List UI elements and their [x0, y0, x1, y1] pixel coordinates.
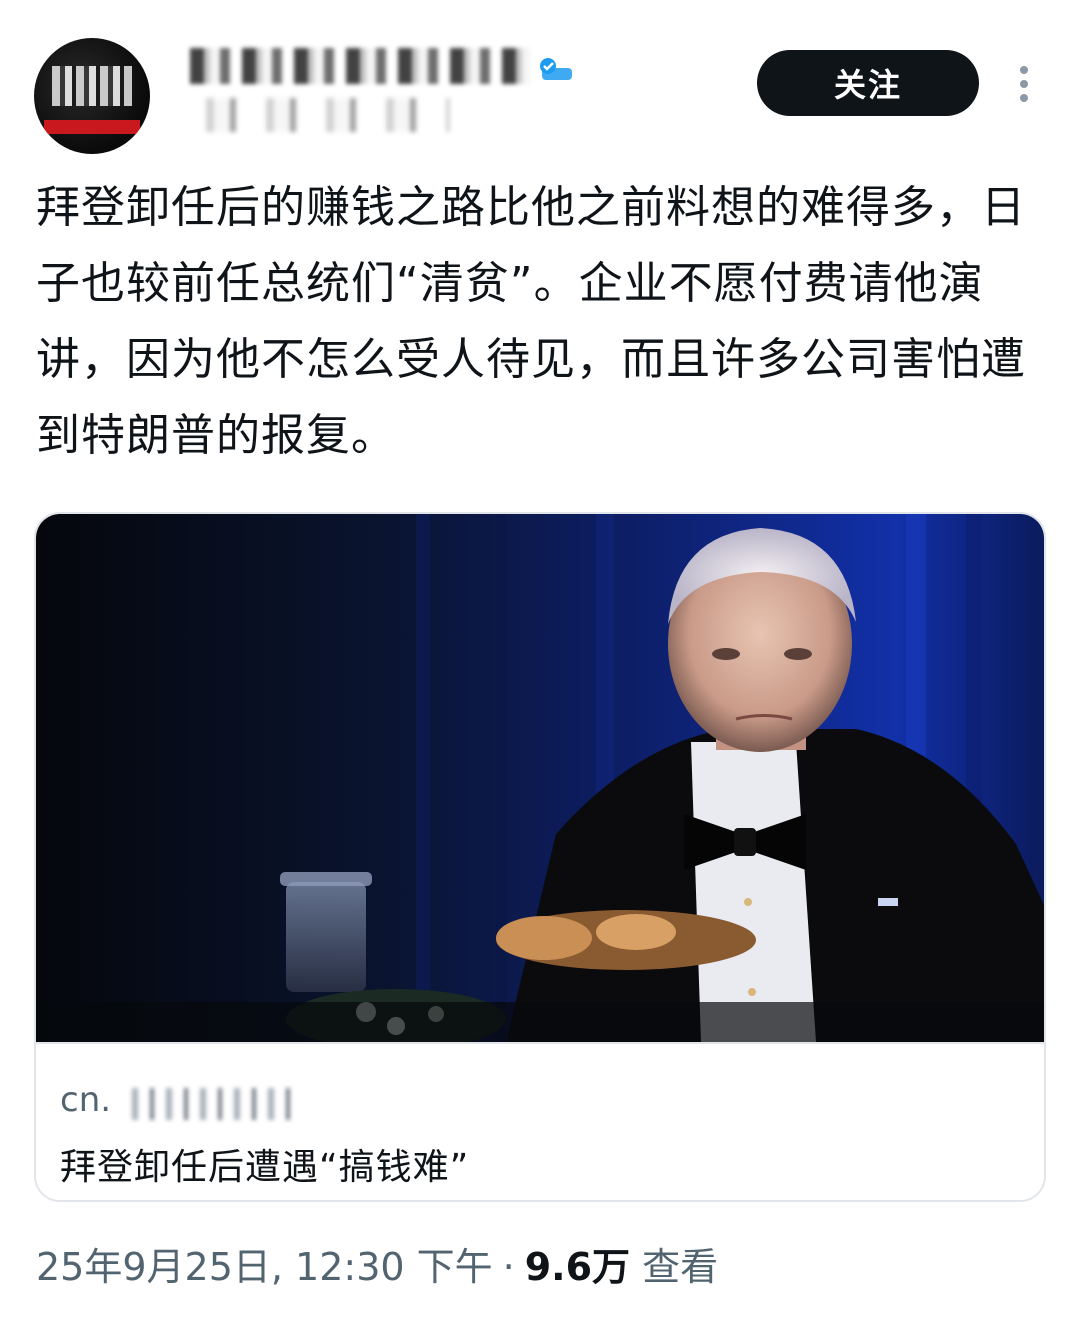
card-photo — [36, 514, 1044, 1042]
card-domain: cn. — [60, 1080, 112, 1120]
avatar[interactable] — [34, 38, 150, 154]
views-count: 9.6万 — [524, 1245, 631, 1289]
more-vertical-icon[interactable] — [1012, 62, 1036, 106]
card-domain-redacted — [120, 1088, 290, 1120]
verified-badge-icon — [540, 58, 572, 80]
display-name-redacted[interactable] — [190, 48, 530, 84]
tweet-meta-row: 25年9月25日, 12:30 下午 · 9.6万 查看 — [36, 1236, 718, 1291]
user-handle-redacted[interactable] — [190, 98, 450, 132]
card-title[interactable]: 拜登卸任后遭遇“搞钱难” — [60, 1138, 469, 1190]
tweet-header: 关注 — [0, 0, 1080, 160]
timestamp[interactable]: 25年9月25日, 12:30 下午 — [36, 1245, 493, 1289]
card-meta: cn. 拜登卸任后遭遇“搞钱难” — [36, 1042, 1044, 1200]
follow-button[interactable]: 关注 — [757, 50, 979, 116]
avatar-logo-blurred — [52, 66, 132, 106]
tweet-text: 拜登卸任后的赚钱之路比他之前料想的难得多，日子也较前任总统们“清贫”。企业不愿付… — [36, 182, 1026, 461]
separator: · — [502, 1245, 515, 1289]
link-card[interactable]: cn. 拜登卸任后遭遇“搞钱难” — [34, 512, 1046, 1202]
views-label: 查看 — [642, 1245, 719, 1289]
avatar-red-banner — [44, 120, 140, 134]
